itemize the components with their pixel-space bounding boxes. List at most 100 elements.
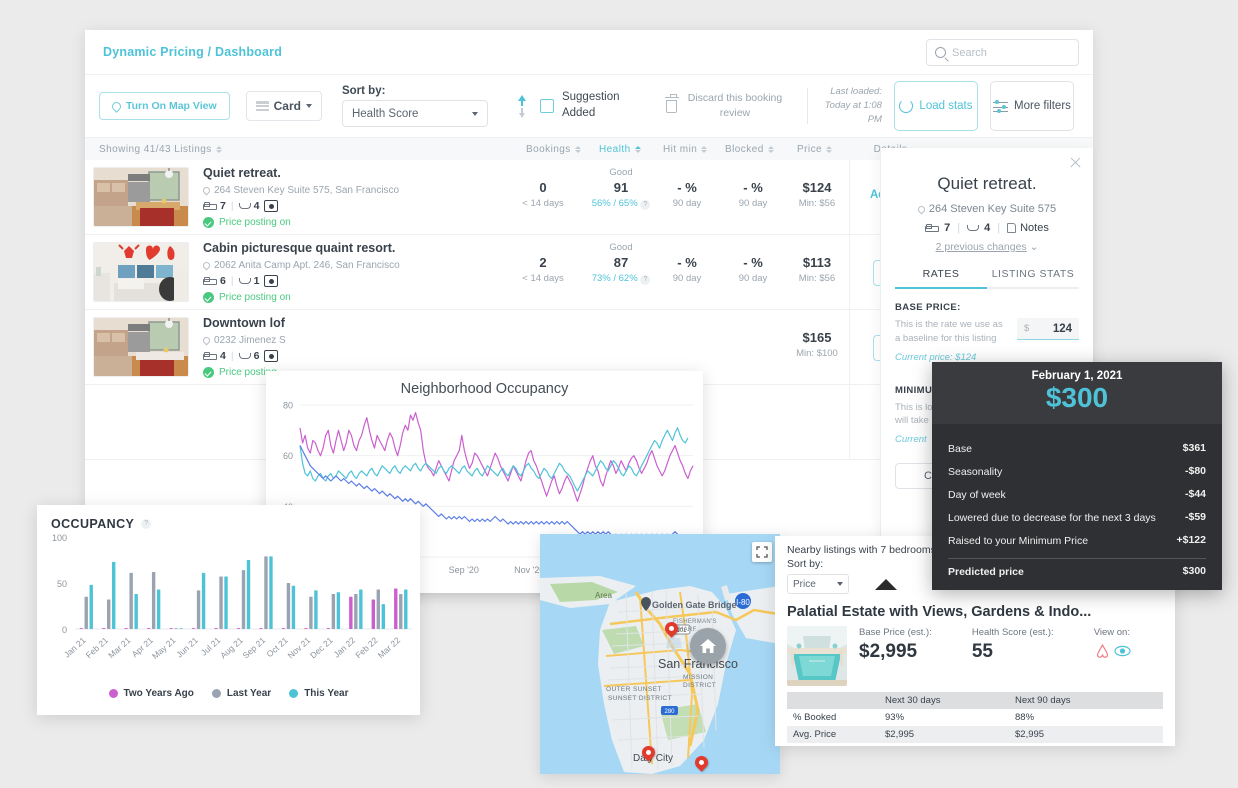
base-price-value: 124	[1053, 323, 1072, 335]
vrbo-icon[interactable]	[1114, 643, 1131, 659]
home-marker[interactable]	[690, 628, 726, 664]
breakdown-rows: Base$361Seasonality-$80Day of week-$44Lo…	[932, 424, 1222, 584]
camera-icon[interactable]	[264, 275, 278, 287]
svg-text:Jun 21: Jun 21	[174, 635, 200, 660]
notes-link[interactable]: Notes	[1007, 222, 1049, 234]
map-view[interactable]: I-80 101 280 Golden Gate Bridge San Fran…	[540, 534, 780, 774]
camera-icon[interactable]	[264, 350, 278, 362]
search-input[interactable]: Search	[926, 39, 1079, 66]
tab-listing-stats[interactable]: LISTING STATS	[987, 268, 1079, 289]
map-label-mission-district: MISSIONDISTRICT	[683, 674, 716, 691]
help-icon[interactable]: ?	[141, 519, 151, 529]
svg-text:Oct 21: Oct 21	[264, 635, 290, 659]
check-circle-icon	[203, 367, 214, 378]
svg-text:Feb 22: Feb 22	[353, 635, 380, 660]
suggestion-added-filter[interactable]: Suggestion Added	[540, 90, 632, 121]
suggestion-checkbox[interactable]	[540, 99, 554, 113]
svg-text:Jan 21: Jan 21	[62, 635, 88, 660]
turn-on-map-view-button[interactable]: Turn On Map View	[99, 92, 230, 120]
check-circle-icon	[203, 217, 214, 228]
svg-text:I-80: I-80	[736, 598, 750, 607]
sort-arrows-icon[interactable]	[216, 146, 222, 153]
search-placeholder: Search	[952, 47, 987, 59]
sort-arrows-icon[interactable]	[768, 146, 774, 153]
suggestion-added-label: Suggestion Added	[562, 90, 632, 121]
listing-thumbnail[interactable]	[93, 317, 189, 377]
listing-thumbnail[interactable]	[93, 242, 189, 302]
svg-text:80: 80	[283, 401, 293, 411]
column-header-bookings[interactable]: Bookings	[526, 144, 581, 155]
breakdown-row: Day of week-$44	[948, 483, 1206, 506]
listing-info: Quiet retreat. 264 Steven Key Suite 575,…	[203, 166, 453, 228]
more-filters-button[interactable]: More filters	[990, 81, 1074, 131]
nearby-sort-select[interactable]: Price	[787, 574, 849, 594]
listing-title[interactable]: Cabin picturesque quaint resort.	[203, 241, 453, 255]
nearby-view-on: View on:	[1094, 626, 1131, 686]
occupancy-chart-title: OCCUPANCY	[51, 517, 134, 531]
column-header-hit-min[interactable]: Hit min	[663, 144, 707, 155]
close-icon[interactable]	[1069, 156, 1082, 169]
listing-thumbnail[interactable]	[93, 167, 189, 227]
base-price-input[interactable]: $ 124	[1017, 318, 1079, 340]
column-header-blocked[interactable]: Blocked	[725, 144, 774, 155]
load-stats-button[interactable]: Load stats	[894, 81, 978, 131]
breakdown-row-label: Seasonality	[948, 465, 1175, 479]
listing-amenities: 6 | 1	[203, 275, 453, 287]
cell-bookings: 0 < 14 days	[503, 180, 583, 209]
svg-text:May 21: May 21	[150, 635, 178, 661]
expand-map-button[interactable]	[752, 542, 772, 562]
toolbar-divider	[807, 88, 808, 124]
neighborhood-chart-title: Neighborhood Occupancy	[266, 371, 703, 397]
sort-arrows-icon[interactable]	[701, 146, 707, 153]
legend-item[interactable]: This Year	[289, 688, 348, 699]
discard-label: Discard this booking review	[687, 91, 783, 120]
note-icon	[1007, 223, 1016, 233]
tab-rates[interactable]: RATES	[895, 268, 987, 289]
breadcrumb[interactable]: Dynamic Pricing / Dashboard	[103, 45, 282, 59]
panel-title: Quiet retreat.	[895, 174, 1079, 194]
breakdown-date: February 1, 2021	[932, 370, 1222, 382]
breakdown-row-label: Raised to your Minimum Price	[948, 534, 1167, 548]
view-mode-button[interactable]: Card	[246, 91, 322, 121]
bath-icon	[967, 224, 977, 232]
listing-title[interactable]: Quiet retreat.	[203, 166, 453, 180]
listing-title[interactable]: Downtown lof	[203, 316, 453, 330]
screenshot-root: Dynamic Pricing / Dashboard Search Turn …	[0, 0, 1238, 788]
bed-icon	[203, 277, 215, 285]
legend-item[interactable]: Last Year	[212, 688, 271, 699]
trash-icon[interactable]	[666, 100, 677, 113]
breakdown-row-value: $361	[1183, 442, 1206, 456]
arrow-down-icon	[519, 113, 525, 118]
previous-changes-link[interactable]: 2 previous changes ⌄	[895, 241, 1079, 253]
svg-text:50: 50	[57, 579, 67, 589]
nearby-sort-value: Price	[793, 579, 816, 590]
sort-direction-toggle[interactable]	[518, 95, 526, 118]
map-label-golden-gate-bridge: Golden Gate Bridge	[652, 600, 737, 610]
nearby-listing-thumbnail[interactable]	[787, 626, 847, 686]
nearby-listing-title[interactable]: Palatial Estate with Views, Gardens & In…	[787, 604, 1163, 620]
base-price-description: This is the rate we use as a baseline fo…	[895, 318, 1003, 346]
bath-count: 1	[254, 275, 260, 287]
cell-price: $165 Min: $100	[777, 330, 857, 359]
bath-count: 6	[254, 350, 260, 362]
sort-arrows-icon[interactable]	[575, 146, 581, 153]
occupancy-chart-card: OCCUPANCY ? 050100Jan 21Feb 21Mar 21Apr …	[37, 505, 420, 715]
column-header-health[interactable]: Health	[599, 144, 641, 155]
discard-booking-review-action[interactable]: Discard this booking review	[666, 91, 783, 120]
sort-by-select[interactable]: Health Score	[342, 100, 488, 127]
bed-count: 6	[220, 275, 226, 287]
chevron-down-icon	[472, 112, 478, 116]
showing-count[interactable]: Showing 41/43 Listings	[99, 144, 222, 155]
breakdown-row-value: -$44	[1185, 488, 1206, 502]
map-label-area: Area	[595, 591, 612, 600]
breakdown-row-label: Base	[948, 442, 1173, 456]
sort-arrows-icon[interactable]	[635, 146, 641, 153]
pool-photo	[787, 626, 847, 686]
table-row: % Booked 93% 88%	[787, 709, 1163, 726]
bath-icon	[239, 352, 249, 360]
legend-item[interactable]: Two Years Ago	[109, 688, 194, 699]
bed-count: 4	[220, 350, 226, 362]
airbnb-icon[interactable]	[1094, 643, 1111, 659]
camera-icon[interactable]	[264, 200, 278, 212]
loft-photo	[94, 318, 189, 377]
